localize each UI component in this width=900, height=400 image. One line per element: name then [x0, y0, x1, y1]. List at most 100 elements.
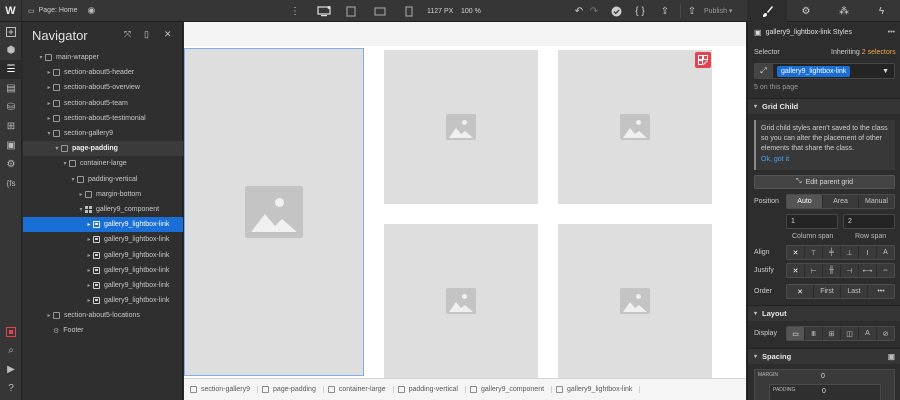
- expand-caret-icon[interactable]: ▸: [85, 236, 93, 243]
- justify-none-icon[interactable]: ✕: [787, 264, 805, 277]
- align-start-icon[interactable]: ⊤: [805, 246, 823, 259]
- design-canvas[interactable]: [184, 22, 746, 378]
- margin-top-value[interactable]: 0: [821, 373, 825, 380]
- style-panel-tab-brush-icon[interactable]: [747, 0, 787, 22]
- align-center-icon[interactable]: ╪: [823, 246, 841, 259]
- tablet-breakpoint-icon[interactable]: [342, 0, 360, 22]
- expand-caret-icon[interactable]: ▸: [85, 252, 93, 259]
- close-icon[interactable]: ✕: [164, 29, 172, 40]
- preview-eye-icon[interactable]: ◉: [88, 5, 96, 16]
- order-option[interactable]: •••: [868, 285, 894, 298]
- expand-caret-icon[interactable]: ▾: [77, 206, 85, 213]
- expand-caret-icon[interactable]: ▾: [45, 130, 53, 137]
- justify-start-icon[interactable]: ⊢: [805, 264, 823, 277]
- breadcrumb-item[interactable]: gallery9_component: [469, 386, 553, 393]
- landscape-breakpoint-icon[interactable]: [371, 0, 389, 22]
- mobile-breakpoint-icon[interactable]: [400, 0, 418, 22]
- navigator-row[interactable]: ▸ section-about5-header: [23, 65, 183, 80]
- expand-caret-icon[interactable]: ▾: [53, 145, 61, 152]
- display-grid-icon[interactable]: ⊞: [823, 327, 841, 340]
- navigator-row[interactable]: ▸ gallery9_lightbox-link: [23, 247, 183, 262]
- grid-child-section-header[interactable]: ▾ Grid Child: [748, 98, 900, 114]
- navigator-row[interactable]: ▸ gallery9_lightbox-link: [23, 232, 183, 247]
- spacing-options-icon[interactable]: ▣: [888, 352, 895, 361]
- grid-edit-badge-icon[interactable]: [695, 52, 711, 68]
- justify-stretch-icon[interactable]: ⟷: [859, 264, 877, 277]
- search-icon[interactable]: ⌕: [0, 341, 22, 360]
- navigator-row[interactable]: ▾ page-padding: [23, 141, 183, 157]
- navigator-row[interactable]: ▾ section-gallery9: [23, 126, 183, 141]
- align-end-icon[interactable]: ⊥: [841, 246, 859, 259]
- zoom-readout[interactable]: 100 %: [461, 0, 481, 22]
- breadcrumb-item[interactable]: container-large: [327, 386, 394, 393]
- expand-caret-icon[interactable]: ▸: [85, 297, 93, 304]
- more-vertical-icon[interactable]: ⋮: [288, 0, 302, 22]
- interactions-bolt-icon[interactable]: ϟ: [863, 0, 900, 22]
- align-none-icon[interactable]: ✕: [787, 246, 805, 259]
- navigator-layers-icon[interactable]: ☰: [0, 60, 22, 79]
- expand-caret-icon[interactable]: ▾: [37, 54, 45, 61]
- spacing-section-header[interactable]: ▾ Spacing ▣: [748, 348, 900, 364]
- dismiss-info-link[interactable]: Ok, got it: [761, 155, 890, 165]
- check-status-icon[interactable]: [609, 0, 623, 22]
- gallery-image[interactable]: [384, 50, 538, 204]
- navigator-row[interactable]: ⚙ Footer: [23, 323, 183, 338]
- gallery-image[interactable]: [558, 224, 712, 378]
- justify-more-icon[interactable]: ⇔: [877, 264, 894, 277]
- expand-caret-icon[interactable]: ▸: [45, 69, 53, 76]
- add-panel-plus-icon[interactable]: [0, 22, 22, 41]
- navigator-row[interactable]: ▸ gallery9_lightbox-link: [23, 293, 183, 308]
- navigator-row[interactable]: ▸ gallery9_lightbox-link: [23, 263, 183, 278]
- justify-center-icon[interactable]: ╫: [823, 264, 841, 277]
- align-baseline-icon[interactable]: A: [877, 246, 894, 259]
- justify-end-icon[interactable]: ⊣: [841, 264, 859, 277]
- selector-field[interactable]: ⤢ gallery9_lightbox-link ▼: [754, 63, 895, 79]
- expand-caret-icon[interactable]: ▸: [45, 84, 53, 91]
- navigator-row[interactable]: ▸ section-about5-team: [23, 96, 183, 111]
- navigator-row[interactable]: ▾ gallery9_component: [23, 202, 183, 217]
- navigator-row[interactable]: ▸ margin-bottom: [23, 187, 183, 202]
- gallery-image[interactable]: [558, 50, 712, 204]
- undo-icon[interactable]: ↶: [572, 0, 586, 22]
- webflow-logo[interactable]: W: [0, 0, 22, 22]
- layout-section-header[interactable]: ▾ Layout: [748, 305, 900, 321]
- breadcrumb-item[interactable]: section-gallery9: [190, 386, 259, 393]
- settings-gear-icon[interactable]: ⚙: [0, 155, 22, 174]
- display-inline-icon[interactable]: A: [859, 327, 877, 340]
- navigator-row[interactable]: ▾ padding-vertical: [23, 172, 183, 187]
- publish-icon[interactable]: ⇧: [686, 0, 698, 22]
- gallery-image-selected[interactable]: [184, 48, 364, 376]
- column-span-input[interactable]: 1: [786, 214, 838, 229]
- breadcrumb-item[interactable]: gallery9_lightbox-link: [556, 386, 641, 393]
- expand-caret-icon[interactable]: ▸: [77, 191, 85, 198]
- order-option[interactable]: ✕: [787, 285, 814, 298]
- navigator-row[interactable]: ▸ section-about5-overview: [23, 80, 183, 95]
- more-options-icon[interactable]: •••: [888, 29, 895, 36]
- navigator-row[interactable]: ▸ section-about5-testimonial: [23, 111, 183, 126]
- navigator-row[interactable]: ▸ gallery9_lightbox-link: [23, 217, 183, 233]
- code-icon[interactable]: { }: [633, 0, 647, 22]
- video-tutorial-icon[interactable]: ▶: [0, 360, 22, 379]
- assets-image-icon[interactable]: ▣: [0, 136, 22, 155]
- navigator-row[interactable]: ▾ main-wrapper: [23, 50, 183, 65]
- redo-icon[interactable]: ↷: [588, 0, 600, 22]
- symbols-cube-icon[interactable]: ⬢: [0, 41, 22, 60]
- ecommerce-cart-icon[interactable]: ⊞: [0, 117, 22, 136]
- desktop-breakpoint-icon[interactable]: [313, 0, 335, 22]
- style-manager-drops-icon[interactable]: ⁂: [825, 0, 863, 22]
- expand-caret-icon[interactable]: ▸: [45, 312, 53, 319]
- display-block-icon[interactable]: ▭: [787, 327, 805, 340]
- selector-dropdown-icon[interactable]: ▼: [882, 68, 889, 75]
- expand-caret-icon[interactable]: ▾: [69, 176, 77, 183]
- dock-panel-icon[interactable]: ▯: [144, 29, 149, 40]
- row-span-input[interactable]: 2: [843, 214, 895, 229]
- expand-caret-icon[interactable]: ▸: [45, 115, 53, 122]
- display-inline-block-icon[interactable]: ◫: [841, 327, 859, 340]
- selector-state-icon[interactable]: ⤢: [755, 64, 773, 78]
- position-option[interactable]: Auto: [787, 195, 823, 208]
- pages-icon[interactable]: ▤: [0, 79, 22, 98]
- navigator-row[interactable]: ▸ gallery9_lightbox-link: [23, 278, 183, 293]
- expand-caret-icon[interactable]: ▾: [61, 160, 69, 167]
- selector-class-chip[interactable]: gallery9_lightbox-link: [777, 65, 851, 77]
- navigator-row[interactable]: ▸ section-about5-locations: [23, 308, 183, 323]
